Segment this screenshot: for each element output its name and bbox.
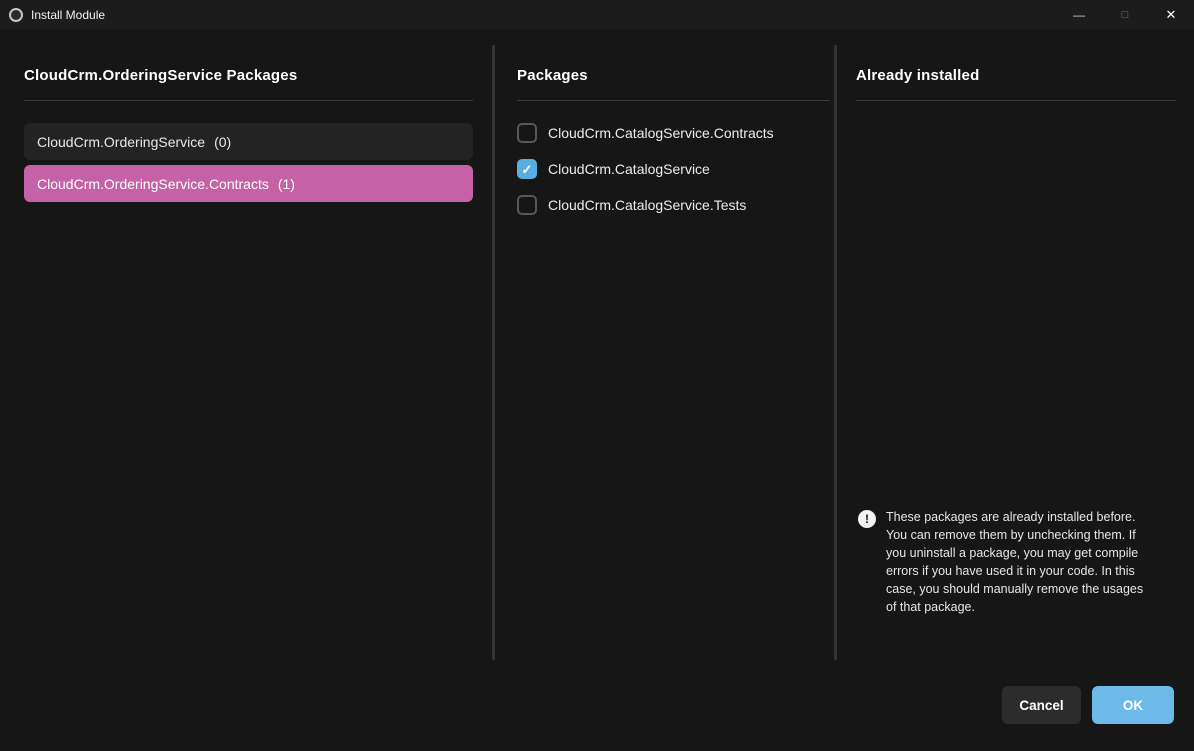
module-item-orderingservice-contracts[interactable]: CloudCrm.OrderingService.Contracts (1) bbox=[24, 165, 473, 202]
info-icon: ! bbox=[858, 510, 876, 528]
checkbox[interactable]: ✓ bbox=[517, 195, 537, 215]
package-row-catalogservice-tests[interactable]: ✓ CloudCrm.CatalogService.Tests bbox=[517, 195, 830, 215]
titlebar: Install Module — □ ✕ bbox=[0, 0, 1194, 30]
checkbox[interactable]: ✓ bbox=[517, 123, 537, 143]
maximize-icon[interactable]: □ bbox=[1102, 0, 1148, 30]
module-packages-panel: CloudCrm.OrderingService Packages CloudC… bbox=[24, 45, 473, 207]
ok-button[interactable]: OK bbox=[1092, 686, 1174, 724]
packages-panel: Packages ✓ CloudCrm.CatalogService.Contr… bbox=[517, 45, 830, 231]
module-item-name: CloudCrm.OrderingService bbox=[37, 134, 205, 150]
cancel-button[interactable]: Cancel bbox=[1002, 686, 1081, 724]
panel-divider bbox=[492, 45, 495, 660]
module-list: CloudCrm.OrderingService (0) CloudCrm.Or… bbox=[24, 123, 473, 202]
checkbox[interactable]: ✓ bbox=[517, 159, 537, 179]
already-installed-title: Already installed bbox=[856, 45, 1176, 101]
package-label: CloudCrm.CatalogService bbox=[548, 161, 710, 177]
packages-check-list: ✓ CloudCrm.CatalogService.Contracts ✓ Cl… bbox=[517, 123, 830, 215]
minimize-icon[interactable]: — bbox=[1056, 0, 1102, 30]
module-item-orderingservice[interactable]: CloudCrm.OrderingService (0) bbox=[24, 123, 473, 160]
module-item-count: (0) bbox=[214, 134, 231, 150]
module-item-name: CloudCrm.OrderingService.Contracts bbox=[37, 176, 269, 192]
window-controls: — □ ✕ bbox=[1056, 0, 1194, 30]
package-label: CloudCrm.CatalogService.Tests bbox=[548, 197, 746, 213]
module-item-count: (1) bbox=[278, 176, 295, 192]
close-icon[interactable]: ✕ bbox=[1148, 0, 1194, 30]
package-row-catalogservice[interactable]: ✓ CloudCrm.CatalogService bbox=[517, 159, 830, 179]
panel-divider bbox=[834, 45, 837, 660]
package-label: CloudCrm.CatalogService.Contracts bbox=[548, 125, 774, 141]
already-installed-panel: Already installed bbox=[856, 45, 1176, 101]
package-row-catalogservice-contracts[interactable]: ✓ CloudCrm.CatalogService.Contracts bbox=[517, 123, 830, 143]
titlebar-left: Install Module bbox=[0, 8, 105, 22]
info-note: ! These packages are already installed b… bbox=[858, 508, 1170, 616]
check-icon: ✓ bbox=[522, 163, 533, 176]
packages-title: Packages bbox=[517, 45, 830, 101]
window-title: Install Module bbox=[31, 8, 105, 22]
app-icon bbox=[9, 8, 23, 22]
module-packages-title: CloudCrm.OrderingService Packages bbox=[24, 45, 473, 101]
info-text: These packages are already installed bef… bbox=[886, 508, 1154, 616]
